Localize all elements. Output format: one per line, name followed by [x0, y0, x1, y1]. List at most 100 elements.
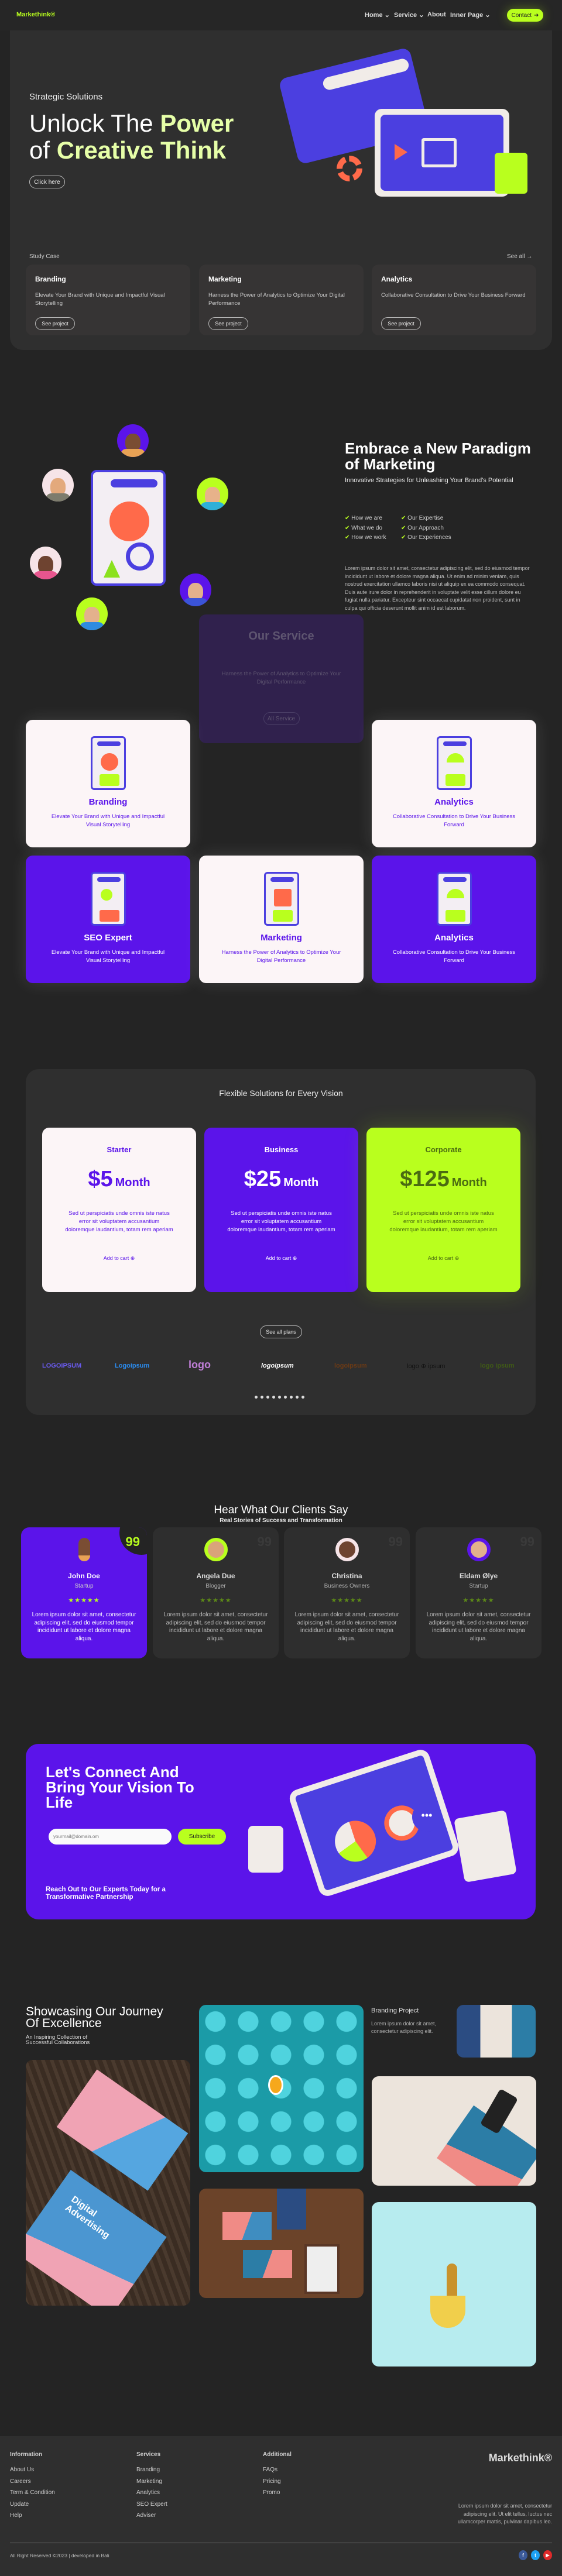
footer-link[interactable]: SEO Expert: [136, 2501, 167, 2508]
project-desc: Lorem ipsum dolor sit amet, consectetur …: [371, 2021, 437, 2034]
showcase-image-digital-ad[interactable]: [372, 2076, 536, 2186]
carousel-dot[interactable]: [284, 1396, 287, 1399]
showcase-image-eggs[interactable]: [199, 2005, 364, 2172]
see-all-plans-button[interactable]: See all plans: [260, 1325, 302, 1338]
see-project-button[interactable]: See project: [381, 317, 421, 330]
testimonials-title: Hear What Our Clients Say: [214, 1504, 348, 1516]
chevron-down-icon: ⌄: [419, 12, 424, 19]
branding-illustration: [90, 736, 126, 790]
click-here-button[interactable]: Click here: [29, 176, 65, 188]
all-service-button[interactable]: All Service: [263, 712, 300, 725]
footer-link[interactable]: FAQs: [263, 2467, 277, 2473]
check-item: ✔ Our Expertise: [401, 514, 451, 524]
subscribe-button[interactable]: Subscribe: [178, 1829, 226, 1845]
carousel-dot[interactable]: [255, 1396, 258, 1399]
hero-title-accent: Power: [160, 109, 234, 137]
footer-link[interactable]: Marketing: [136, 2478, 162, 2485]
footer-link[interactable]: Help: [10, 2512, 22, 2519]
service-card[interactable]: Analytics Collaborative Consultation to D…: [372, 856, 536, 983]
footer-link[interactable]: Analytics: [136, 2489, 160, 2496]
footer-link[interactable]: Careers: [10, 2478, 31, 2485]
partner-logo: LOGOIPSUM: [42, 1362, 82, 1369]
client-role: Startup: [74, 1583, 94, 1589]
carousel-dot[interactable]: [266, 1396, 269, 1399]
service-card[interactable]: SEO Expert Elevate Your Brand with Unique…: [26, 856, 190, 983]
see-all-link[interactable]: See all →: [507, 253, 532, 260]
footer-link[interactable]: Update: [10, 2501, 29, 2508]
showcase-image-branding[interactable]: [457, 2005, 536, 2058]
plan-desc: Sed ut perspiciatis unde omnis iste natu…: [65, 1210, 173, 1233]
showcase-image-desk[interactable]: [199, 2189, 364, 2298]
social-links: f t ▶: [519, 2550, 552, 2560]
hero-title: Unlock The Power of Creative Think: [29, 110, 234, 164]
contact-label: Contact: [511, 12, 532, 19]
carousel-dot[interactable]: [278, 1396, 281, 1399]
service-card[interactable]: Marketing Harness the Power of Analytics …: [199, 856, 364, 983]
quote-icon: 99: [125, 1534, 140, 1549]
partner-logo: logoipsum: [334, 1362, 367, 1369]
check-icon: ✔: [401, 524, 406, 531]
facebook-icon[interactable]: f: [519, 2550, 527, 2560]
see-project-button[interactable]: See project: [208, 317, 248, 330]
price-value: $25: [244, 1167, 282, 1191]
check-label: What we do: [351, 524, 382, 531]
service-title: Analytics: [434, 797, 474, 807]
service-title: Branding: [88, 797, 128, 807]
quote-icon: 99: [257, 1534, 272, 1549]
footer-link[interactable]: About Us: [10, 2467, 34, 2473]
carousel-dot[interactable]: [272, 1396, 275, 1399]
showcase-image-banana[interactable]: [372, 2202, 536, 2367]
testimonial-text: Lorem ipsum dolor sit amet, consectetur …: [294, 1612, 399, 1642]
add-to-cart-button[interactable]: Add to cart ⊕: [266, 1255, 297, 1262]
avatar: [180, 573, 211, 606]
case-title: Branding: [35, 275, 66, 283]
case-desc: Harness the Power of Analytics to Optimi…: [208, 292, 345, 307]
pricing-card-business: Business $25 Month Sed ut perspiciatis unde…: [204, 1128, 358, 1292]
email-input[interactable]: [49, 1829, 172, 1845]
footer-link[interactable]: Term & Condition: [10, 2489, 55, 2496]
contact-button[interactable]: Contact ➜: [507, 9, 543, 22]
avatar: [197, 478, 228, 510]
service-desc: Collaborative Consultation to Drive Your…: [392, 813, 516, 828]
rating-stars: ★★★★★: [462, 1597, 495, 1604]
add-to-cart-button[interactable]: Add to cart ⊕: [428, 1255, 460, 1262]
project-title: Branding Project: [371, 2007, 419, 2014]
service-title: SEO Expert: [84, 933, 132, 943]
carousel-dot[interactable]: [261, 1396, 263, 1399]
add-to-cart-button[interactable]: Add to cart ⊕: [104, 1255, 135, 1262]
image-text: Digital Advertising: [26, 2170, 167, 2306]
avatar: [76, 597, 108, 630]
footer-brand: Markethink®: [488, 2452, 552, 2464]
service-card[interactable]: Analytics Collaborative Consultation to D…: [372, 720, 536, 847]
twitter-icon[interactable]: t: [531, 2550, 540, 2560]
service-card[interactable]: Branding Elevate Your Brand with Unique a…: [26, 720, 190, 847]
connect-title: Let's Connect And Bring Your Vision To L…: [46, 1763, 194, 1811]
nav-label: About: [427, 11, 446, 18]
partner-logo: logo ipsum: [480, 1362, 515, 1369]
check-label: Our Expertise: [407, 515, 444, 521]
see-project-button[interactable]: See project: [35, 317, 75, 330]
nav-inner-page[interactable]: Inner Page ⌄: [450, 11, 491, 19]
carousel-dot[interactable]: [290, 1396, 293, 1399]
showcase-image-stationery[interactable]: Digital Advertising: [26, 2060, 190, 2306]
footer-about: Lorem ipsum dolor sit amet, consectetur …: [457, 2503, 552, 2525]
carousel-dot[interactable]: [296, 1396, 299, 1399]
footer-link[interactable]: Branding: [136, 2467, 160, 2473]
check-icon: ✔: [401, 515, 406, 521]
hero-title-text: Unlock The: [29, 109, 160, 137]
logo[interactable]: Markethink®: [16, 11, 55, 18]
check-item: ✔ What we do: [345, 524, 386, 534]
nav-home[interactable]: Home ⌄: [365, 11, 390, 19]
carousel-dot[interactable]: [301, 1396, 304, 1399]
nav-about[interactable]: About: [427, 11, 446, 18]
nav-service[interactable]: Service ⌄: [394, 11, 424, 19]
hero-eyebrow: Strategic Solutions: [29, 92, 103, 102]
youtube-icon[interactable]: ▶: [543, 2550, 552, 2560]
quote-icon: 99: [388, 1534, 403, 1549]
footer-link[interactable]: Promo: [263, 2489, 280, 2496]
plan-desc: Sed ut perspiciatis unde omnis iste natu…: [227, 1210, 335, 1233]
footer-link[interactable]: Pricing: [263, 2478, 281, 2485]
partner-logo: logo ⊕ ipsum: [407, 1363, 446, 1370]
footer-link[interactable]: Adviser: [136, 2512, 156, 2519]
cart-label: Add to cart: [265, 1255, 292, 1261]
